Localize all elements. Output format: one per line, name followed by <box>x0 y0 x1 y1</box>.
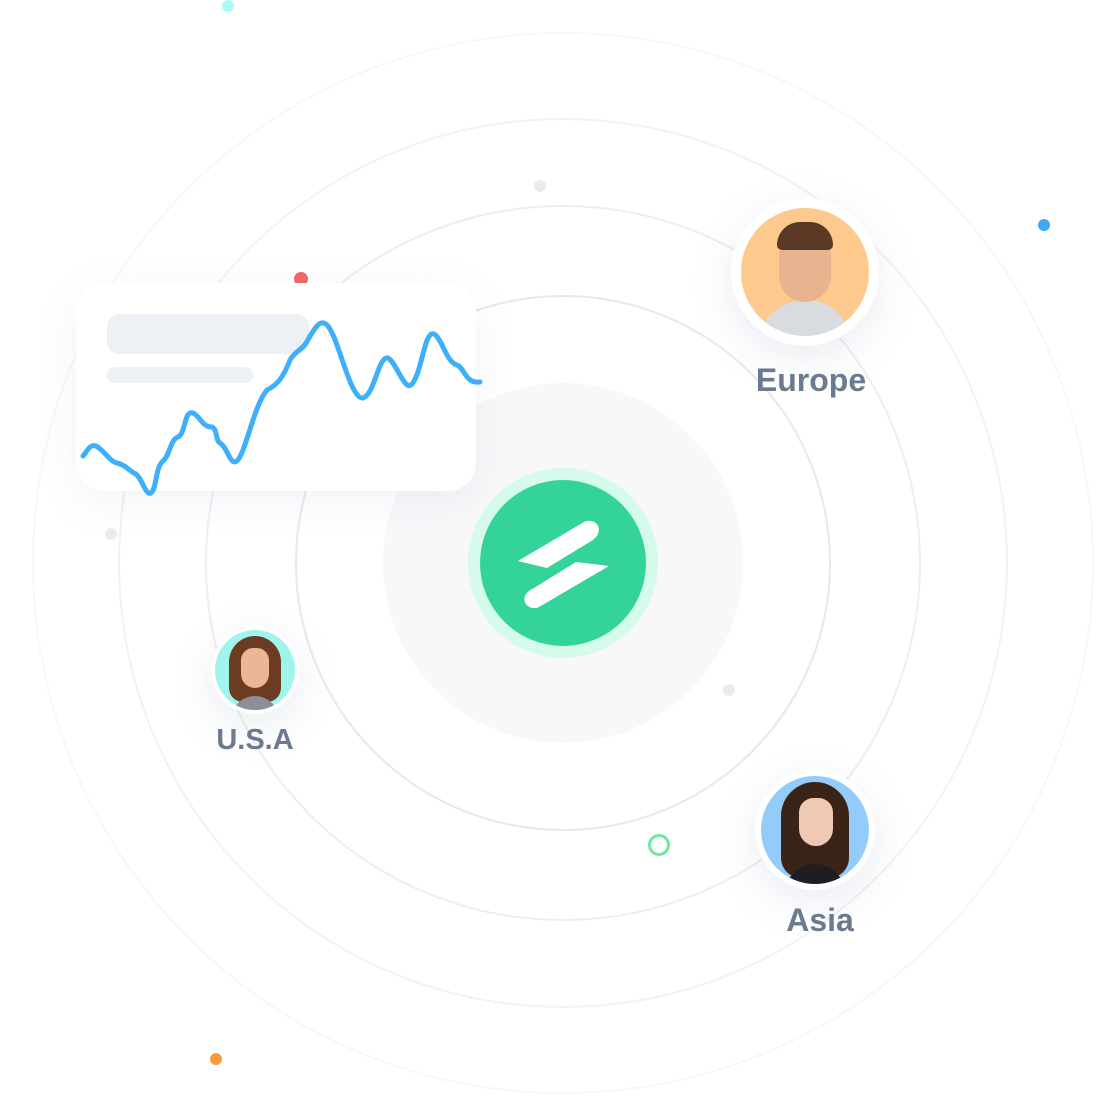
avatar-head <box>799 798 833 846</box>
bolt-logo-icon <box>518 520 609 609</box>
avatar-body <box>759 300 851 336</box>
avatar-usa[interactable] <box>211 626 299 714</box>
region-label-usa: U.S.A <box>216 724 294 756</box>
avatar-head <box>241 648 269 688</box>
logo-badge[interactable] <box>480 480 646 646</box>
avatar-asia[interactable] <box>755 770 875 890</box>
avatar-europe[interactable] <box>731 198 879 346</box>
avatar-hair <box>777 222 833 250</box>
region-label-asia: Asia <box>786 902 854 938</box>
region-label-europe: Europe <box>755 362 867 398</box>
